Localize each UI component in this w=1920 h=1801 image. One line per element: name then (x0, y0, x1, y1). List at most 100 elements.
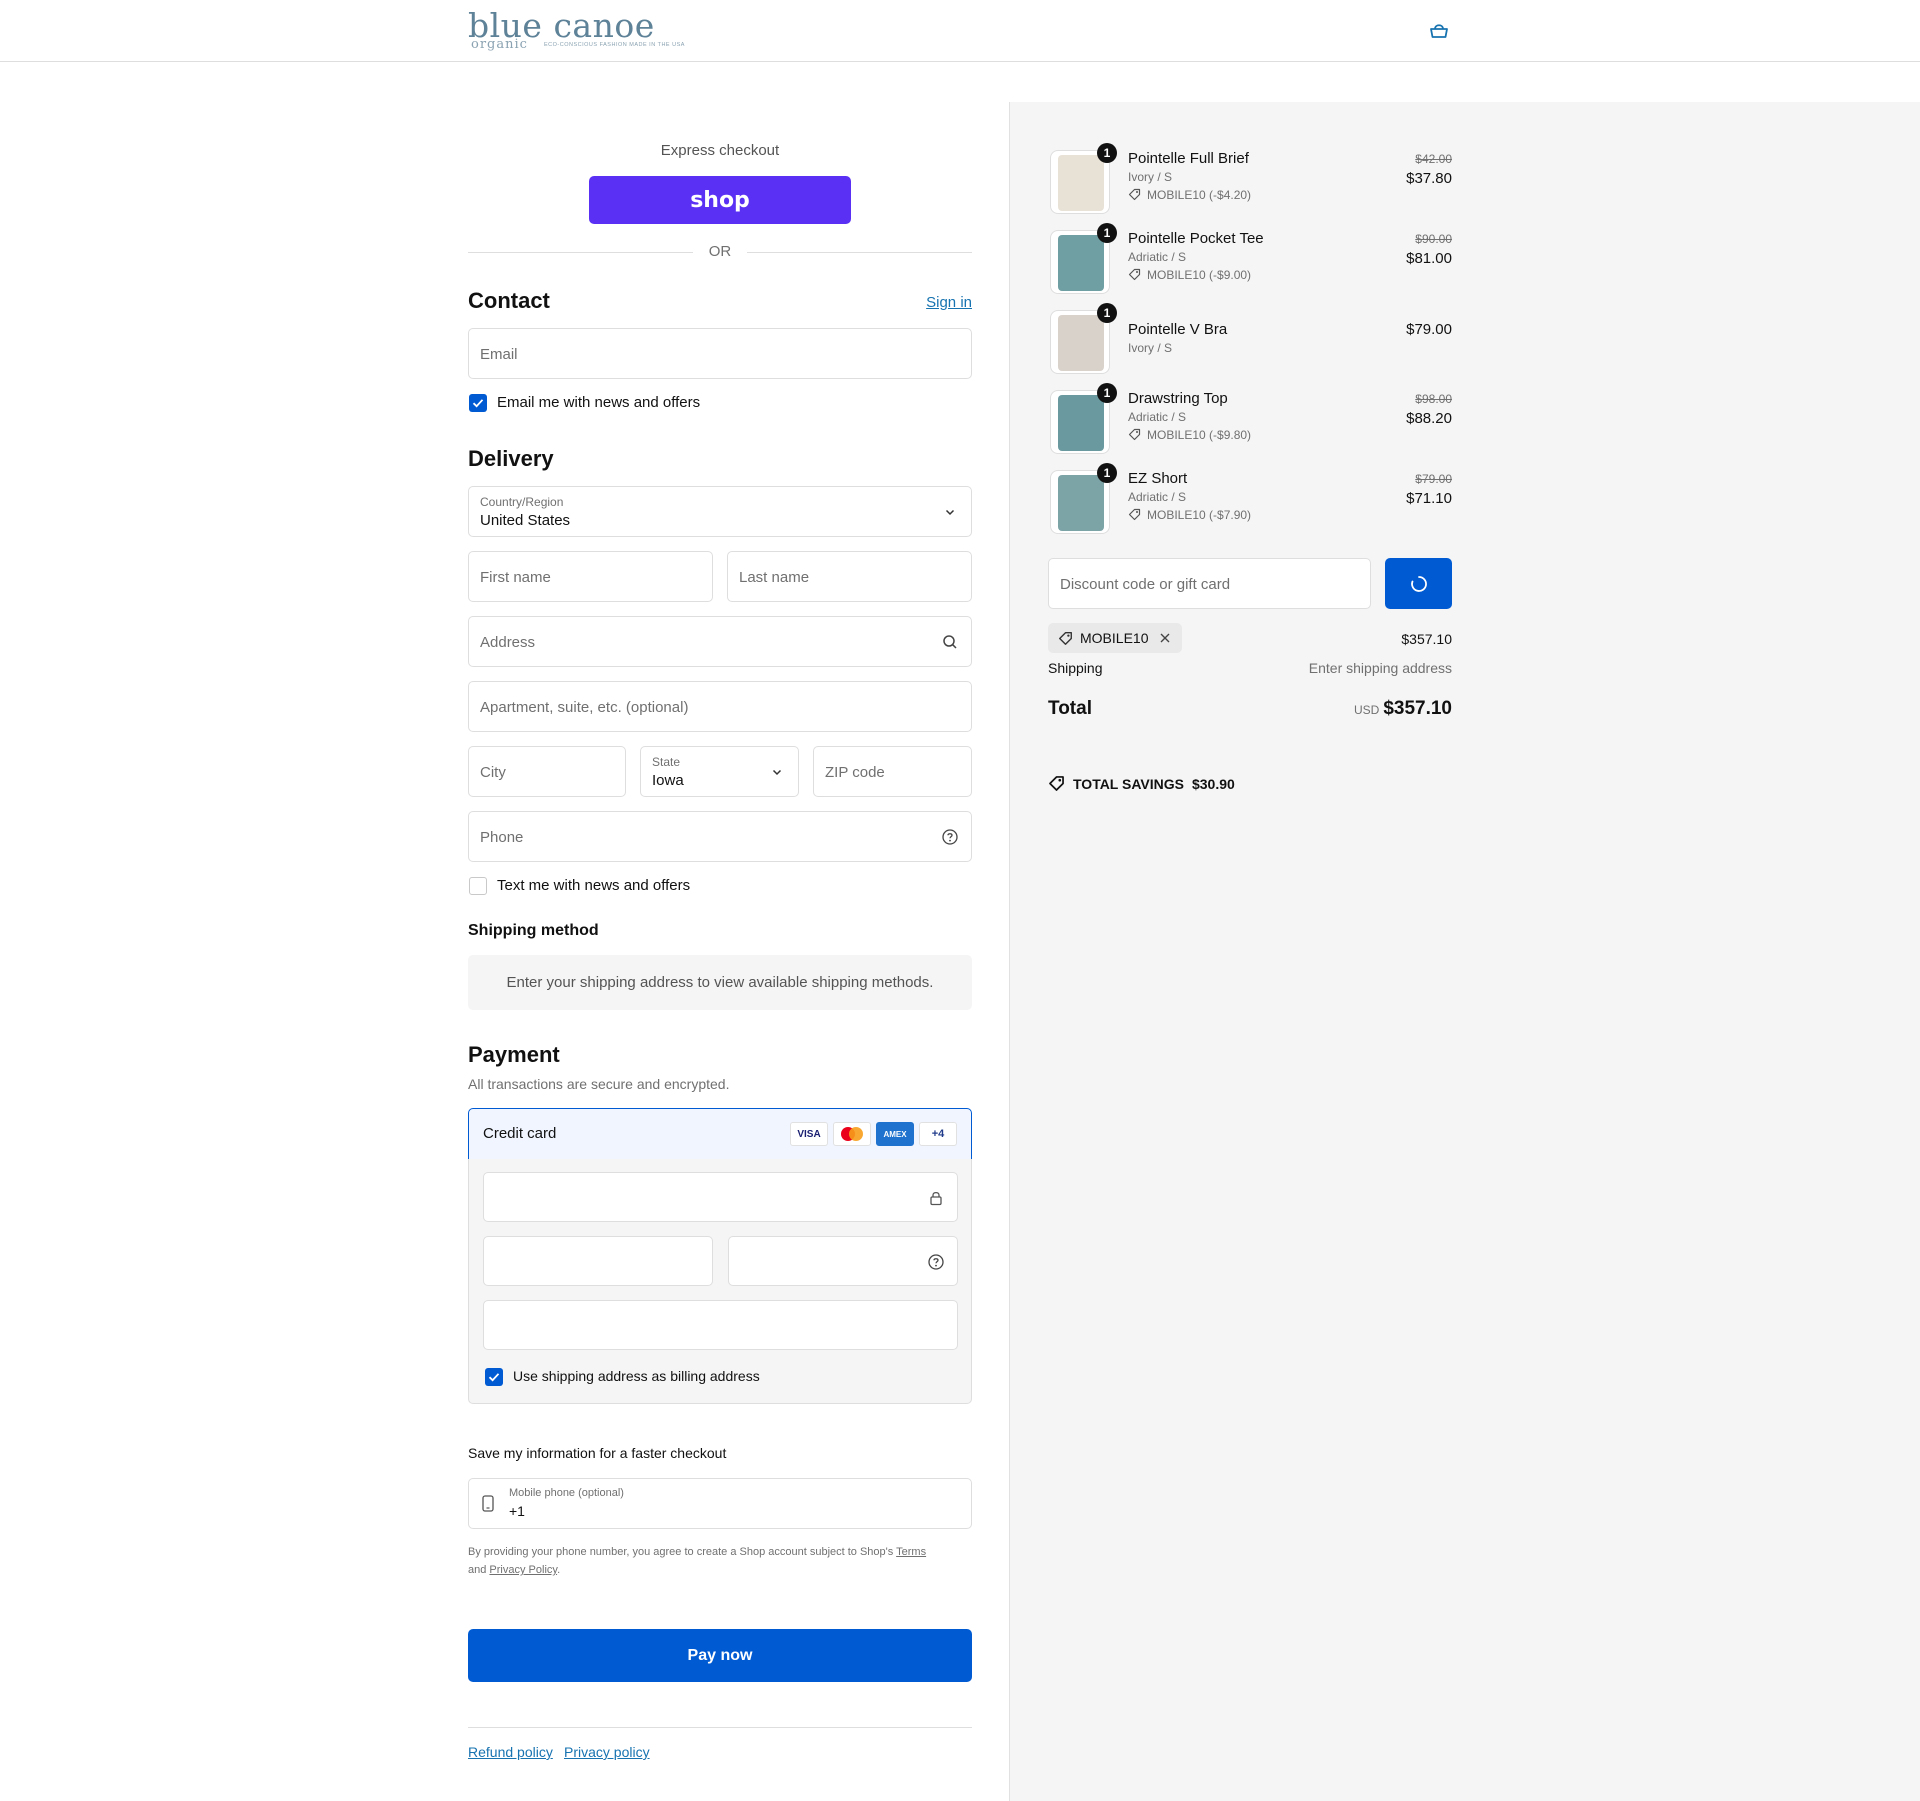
line-item: 1 EZ Short Adriatic / S MOBILE10 (-$7.90… (1048, 463, 1452, 536)
city-field[interactable]: City (468, 746, 626, 797)
item-name: Drawstring Top (1128, 390, 1228, 407)
chevron-down-icon (768, 763, 786, 781)
item-original-price: $98.00 (1415, 392, 1452, 406)
apply-discount-button[interactable] (1385, 558, 1452, 609)
total-savings-label: TOTAL SAVINGS (1073, 775, 1184, 792)
security-code-field[interactable] (728, 1236, 958, 1286)
cart-icon[interactable] (1428, 20, 1452, 42)
state-label: State (652, 755, 681, 769)
amex-icon: AMEX (876, 1122, 914, 1146)
item-variant: Ivory / S (1128, 170, 1173, 184)
quantity-badge: 1 (1097, 383, 1117, 403)
privacy-policy-footer-link[interactable]: Privacy policy (564, 1744, 650, 1760)
shipping-method-message: Enter your shipping address to view avai… (468, 955, 972, 1010)
mobile-phone-field[interactable]: Mobile phone (optional) +1 (468, 1478, 972, 1529)
quantity-badge: 1 (1097, 463, 1117, 483)
sign-in-link[interactable]: Sign in (926, 294, 972, 311)
shop-pay-button[interactable]: shop (589, 176, 851, 224)
line-item: 1 Drawstring Top Adriatic / S MOBILE10 (… (1048, 383, 1452, 456)
lock-icon (927, 1189, 945, 1207)
help-circle-icon[interactable] (927, 1253, 945, 1271)
item-name: Pointelle V Bra (1128, 321, 1228, 338)
total-amount: USD $357.10 (1354, 698, 1452, 720)
shipping-value: Enter shipping address (1308, 660, 1452, 676)
country-select[interactable]: Country/Region United States (468, 486, 972, 537)
legal-and: and (468, 1564, 487, 1576)
phone-field[interactable]: Phone (468, 811, 972, 862)
chevron-down-icon (941, 503, 959, 521)
last-name-placeholder: Last name (739, 569, 810, 586)
discount-code-label: MOBILE10 (1080, 630, 1149, 646)
billing-address-label: Use shipping address as billing address (513, 1368, 760, 1384)
item-name: Pointelle Pocket Tee (1128, 230, 1264, 247)
mobile-phone-icon (481, 1494, 495, 1519)
item-variant: Ivory / S (1128, 341, 1173, 355)
item-price: $88.20 (1406, 410, 1452, 427)
name-on-card-field[interactable] (483, 1300, 958, 1350)
privacy-policy-link[interactable]: Privacy Policy (489, 1564, 557, 1576)
or-label: OR (708, 243, 732, 260)
terms-link[interactable]: Terms (896, 1546, 926, 1558)
item-price: $81.00 (1406, 250, 1452, 267)
legal-prefix: By providing your phone number, you agre… (468, 1546, 894, 1558)
item-discount: MOBILE10 (-$9.00) (1128, 268, 1251, 282)
item-discount: MOBILE10 (-$7.90) (1128, 508, 1251, 522)
email-placeholder: Email (480, 346, 518, 363)
item-name: Pointelle Full Brief (1128, 150, 1249, 167)
item-discount: MOBILE10 (-$4.20) (1128, 188, 1251, 202)
address-field[interactable]: Address (468, 616, 972, 667)
billing-address-checkbox[interactable] (485, 1368, 503, 1386)
credit-card-form: Use shipping address as billing address (468, 1159, 972, 1404)
apartment-field[interactable]: Apartment, suite, etc. (optional) (468, 681, 972, 732)
store-logo[interactable]: blue canoe organic ECO-CONSCIOUS FASHION… (468, 6, 708, 52)
loading-spinner-icon (1411, 576, 1427, 592)
text-news-label: Text me with news and offers (497, 877, 691, 894)
footer-divider (468, 1727, 972, 1728)
mastercard-icon (833, 1122, 871, 1146)
tag-icon (1059, 631, 1072, 645)
legal-period: . (557, 1564, 561, 1576)
item-variant: Adriatic / S (1128, 490, 1187, 504)
total-savings-value: $30.90 (1191, 775, 1235, 792)
delivery-heading: Delivery (468, 446, 554, 471)
text-news-checkbox[interactable] (469, 877, 487, 895)
shop-legal-text: By providing your phone number, you agre… (468, 1543, 972, 1579)
quantity-badge: 1 (1097, 143, 1117, 163)
payment-heading: Payment (468, 1042, 560, 1067)
line-item: 1 Pointelle Full Brief Ivory / S MOBILE1… (1048, 143, 1452, 216)
tag-icon (1128, 188, 1141, 201)
pay-now-button[interactable]: Pay now (468, 1629, 972, 1682)
expiration-date-field[interactable] (483, 1236, 713, 1286)
card-number-field[interactable] (483, 1172, 958, 1222)
zip-placeholder: ZIP code (825, 764, 885, 781)
tag-icon (1128, 428, 1141, 441)
tag-icon (1128, 508, 1141, 521)
phone-placeholder: Phone (480, 829, 524, 846)
last-name-field[interactable]: Last name (727, 551, 972, 602)
quantity-badge: 1 (1097, 303, 1117, 323)
email-field[interactable]: Email (468, 328, 972, 379)
country-value: United States (480, 512, 571, 529)
help-circle-icon[interactable] (941, 828, 959, 846)
first-name-field[interactable]: First name (468, 551, 713, 602)
refund-policy-link[interactable]: Refund policy (468, 1744, 553, 1760)
discount-code-field[interactable]: Discount code or gift card (1048, 558, 1371, 609)
more-cards-badge: +4 (919, 1122, 957, 1146)
mobile-phone-label: Mobile phone (optional) (509, 1487, 624, 1499)
close-icon[interactable] (1158, 631, 1172, 645)
total-label: Total (1048, 698, 1092, 719)
apartment-placeholder: Apartment, suite, etc. (optional) (480, 699, 689, 716)
tag-icon (1128, 268, 1141, 281)
total-value: $357.10 (1383, 698, 1452, 719)
item-discount: MOBILE10 (-$9.80) (1128, 428, 1251, 442)
item-price: $79.00 (1406, 321, 1452, 338)
item-variant: Adriatic / S (1128, 410, 1187, 424)
state-select[interactable]: State Iowa (640, 746, 799, 797)
email-news-checkbox[interactable] (469, 394, 487, 412)
credit-card-option[interactable]: Credit card VISA AMEX +4 (468, 1108, 972, 1160)
logo-tagline: ECO-CONSCIOUS FASHION MADE IN THE USA (544, 42, 685, 48)
quantity-badge: 1 (1097, 223, 1117, 243)
zip-field[interactable]: ZIP code (813, 746, 972, 797)
item-original-price: $42.00 (1415, 152, 1452, 166)
credit-card-label: Credit card (483, 1125, 557, 1142)
